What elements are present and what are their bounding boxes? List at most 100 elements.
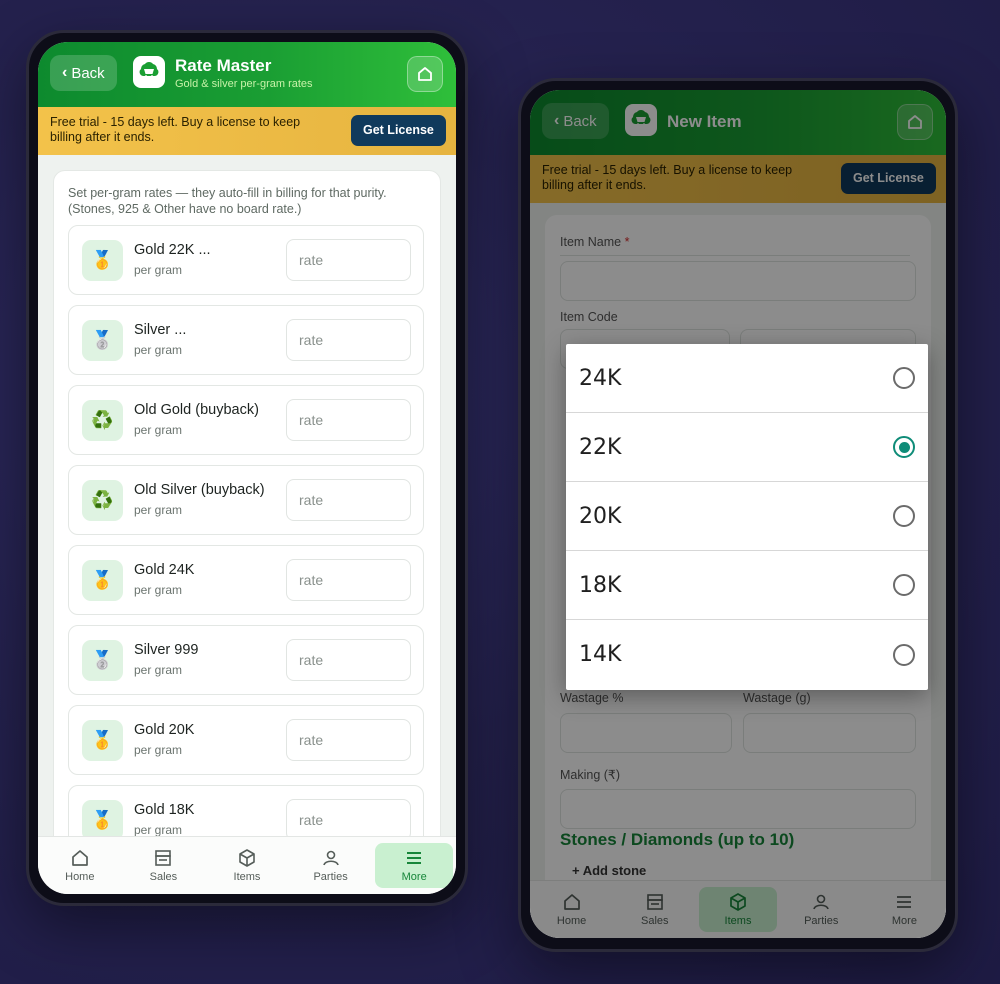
bottom-nav: Home Sales Items Parties More — [38, 836, 456, 894]
rate-unit: per gram — [134, 423, 183, 437]
rate-input[interactable] — [286, 319, 411, 361]
rate-unit: per gram — [134, 743, 183, 757]
app-header: ‹ Back Rate Master Gold & silver per-gra… — [38, 42, 456, 107]
wastage-percent-input[interactable] — [560, 713, 732, 753]
home-button[interactable] — [897, 104, 933, 140]
intro-text: Set per-gram rates — they auto-fill in b… — [68, 186, 387, 216]
app-logo-icon — [625, 104, 657, 136]
item-name-input[interactable] — [560, 261, 916, 301]
page-subtitle: Gold & silver per-gram rates — [175, 78, 313, 90]
silver-medal-icon: 🥈 — [82, 320, 123, 361]
rate-row: ♻️ Old Silver (buyback) per gram — [68, 465, 424, 535]
wastage-percent-label: Wastage % — [560, 691, 624, 705]
purity-picker-dialog: 24K 22K 20K 18K 14K — [566, 344, 928, 690]
cube-icon — [730, 893, 746, 911]
making-input[interactable] — [560, 789, 916, 829]
rate-row: 🥇 Gold 18K per gram — [68, 785, 424, 837]
nav-sales[interactable]: Sales — [122, 837, 206, 894]
purity-option-24k[interactable]: 24K — [566, 344, 928, 413]
purity-option-22k[interactable]: 22K — [566, 413, 928, 482]
rate-row: 🥈 Silver ... per gram — [68, 305, 424, 375]
silver-medal-icon: 🥈 — [82, 640, 123, 681]
rate-row: 🥇 Gold 24K per gram — [68, 545, 424, 615]
radio-unselected-icon — [893, 367, 915, 389]
nav-more[interactable]: More — [372, 837, 456, 894]
nav-home[interactable]: Home — [38, 837, 122, 894]
chevron-left-icon: ‹ — [554, 112, 560, 129]
rate-name: Old Gold (buyback) — [134, 402, 259, 418]
rate-unit: per gram — [134, 263, 183, 277]
app-header: ‹ Back New Item — [530, 90, 946, 155]
purity-option-14k[interactable]: 14K — [566, 620, 928, 689]
rate-row: 🥇 Gold 20K per gram — [68, 705, 424, 775]
register-icon — [155, 850, 172, 866]
purity-option-18k[interactable]: 18K — [566, 551, 928, 620]
cube-icon — [239, 849, 255, 867]
item-code-label: Item Code — [560, 310, 618, 324]
radio-unselected-icon — [893, 643, 915, 666]
nav-parties[interactable]: Parties — [289, 837, 373, 894]
rate-input[interactable] — [286, 559, 411, 601]
radio-unselected-icon — [893, 574, 915, 596]
item-name-label: Item Name * — [560, 235, 630, 249]
home-button[interactable] — [407, 56, 443, 92]
home-icon — [908, 115, 922, 129]
rate-list-area[interactable]: Set per-gram rates — they auto-fill in b… — [38, 155, 456, 837]
rate-unit: per gram — [134, 503, 183, 517]
nav-home-label: Home — [65, 871, 95, 883]
nav-parties[interactable]: Parties — [780, 881, 863, 938]
back-button[interactable]: ‹ Back — [542, 103, 609, 139]
nav-parties-label: Parties — [804, 915, 839, 927]
rate-input[interactable] — [286, 479, 411, 521]
rate-input[interactable] — [286, 719, 411, 761]
option-label: 20K — [579, 503, 622, 529]
option-label: 14K — [579, 642, 622, 667]
option-label: 24K — [579, 365, 622, 391]
chevron-left-icon: ‹ — [62, 64, 68, 81]
rate-name: Gold 18K — [134, 802, 195, 818]
rate-master-screen: ‹ Back Rate Master Gold & silver per-gra… — [38, 42, 456, 894]
register-icon — [646, 894, 663, 910]
nav-home[interactable]: Home — [530, 881, 613, 938]
home-icon — [418, 67, 432, 81]
making-label: Making (₹) — [560, 768, 621, 782]
nav-more[interactable]: More — [863, 881, 946, 938]
rate-name: Old Silver (buyback) — [134, 482, 265, 498]
back-button[interactable]: ‹ Back — [50, 55, 117, 91]
page-title: Rate Master — [175, 56, 272, 75]
get-license-button[interactable]: Get License — [351, 115, 446, 146]
option-label: 22K — [579, 434, 622, 460]
recycle-icon: ♻️ — [82, 400, 123, 441]
rate-input[interactable] — [286, 239, 411, 281]
rate-unit: per gram — [134, 663, 183, 677]
wastage-grams-input[interactable] — [743, 713, 916, 753]
get-license-button[interactable]: Get License — [841, 163, 936, 194]
gold-medal-icon: 🥇 — [82, 240, 123, 281]
rate-name: Silver ... — [134, 322, 187, 338]
purity-option-20k[interactable]: 20K — [566, 482, 928, 551]
rates-card: Set per-gram rates — they auto-fill in b… — [53, 170, 441, 837]
recycle-icon: ♻️ — [82, 480, 123, 521]
rate-name: Gold 20K — [134, 722, 195, 738]
nav-items-label: Items — [233, 871, 261, 883]
nav-items[interactable]: Items — [696, 881, 779, 938]
rate-input[interactable] — [286, 639, 411, 681]
rate-input[interactable] — [286, 399, 411, 441]
rate-name: Silver 999 — [134, 642, 199, 658]
trial-banner: Free trial - 15 days left. Buy a license… — [38, 107, 456, 155]
nav-sales[interactable]: Sales — [613, 881, 696, 938]
nav-items[interactable]: Items — [205, 837, 289, 894]
phone-new-item: ‹ Back New Item Free trial - 15 days lef… — [518, 78, 958, 952]
rate-unit: per gram — [134, 343, 183, 357]
home-icon — [563, 894, 580, 910]
rate-name: Gold 24K — [134, 562, 195, 578]
nav-parties-label: Parties — [313, 871, 348, 883]
nav-sales-label: Sales — [641, 915, 669, 927]
rate-input[interactable] — [286, 799, 411, 837]
add-stone-button[interactable]: + Add stone — [572, 863, 646, 878]
rate-name: Gold 22K ... — [134, 242, 211, 258]
rate-unit: per gram — [134, 583, 183, 597]
trial-message: Free trial - 15 days left. Buy a license… — [542, 163, 793, 192]
person-icon — [813, 894, 829, 910]
rate-unit: per gram — [134, 823, 183, 837]
